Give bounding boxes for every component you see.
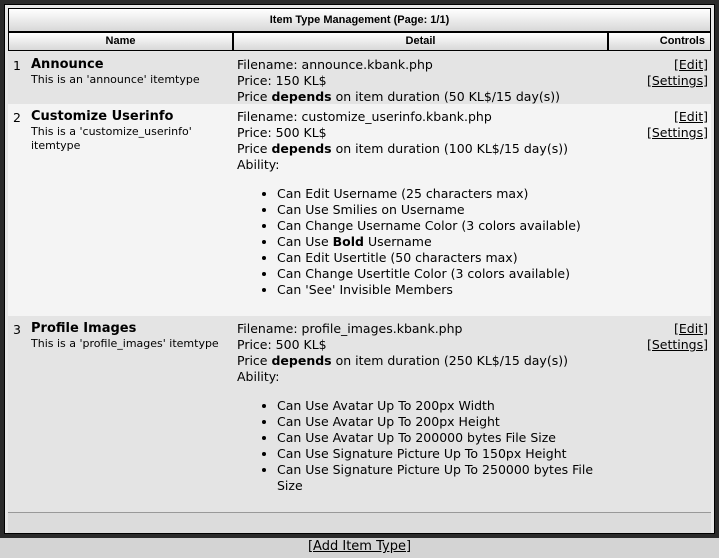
item-name: Profile Images (31, 321, 137, 336)
item-detail: Filename: profile_images.kbank.php Price… (237, 321, 607, 494)
row-number: 1 (13, 58, 21, 73)
add-item-type-row: [Add Item Type] (0, 538, 719, 556)
item-filename: Filename: announce.kbank.php (237, 57, 433, 72)
ability-item: Can Edit Username (25 characters max) (277, 186, 607, 202)
item-price-mode: Price depends on item duration (100 KL$/… (237, 141, 568, 156)
ability-list: Can Use Avatar Up To 200px Width Can Use… (237, 398, 607, 494)
ability-item: Can Use Signature Picture Up To 150px He… (277, 446, 607, 462)
item-description: This is a 'profile_images' itemtype (31, 337, 219, 350)
item-price-mode: Price depends on item duration (50 KL$/1… (237, 89, 561, 104)
settings-link[interactable]: [Settings] (647, 73, 708, 88)
item-price: Price: 500 KL$ (237, 337, 327, 352)
item-type-panel: Item Type Management (Page: 1/1) Name De… (4, 4, 715, 534)
column-header-detail: Detail (233, 32, 608, 51)
item-detail: Filename: customize_userinfo.kbank.php P… (237, 109, 607, 298)
edit-link[interactable]: [Edit] (674, 109, 708, 124)
item-detail: Filename: announce.kbank.php Price: 150 … (237, 57, 607, 105)
table-row-profile-images: 3 Profile Images This is a 'profile_imag… (8, 316, 711, 512)
item-filename: Filename: profile_images.kbank.php (237, 321, 463, 336)
item-description: This is a 'customize_userinfo' itemtype (31, 125, 192, 152)
ability-item: Can Use Avatar Up To 200000 bytes File S… (277, 430, 607, 446)
edit-link[interactable]: [Edit] (674, 57, 708, 72)
item-description: This is an 'announce' itemtype (31, 73, 200, 86)
ability-item: Can Change Usertitle Color (3 colors ava… (277, 266, 607, 282)
ability-item: Can Use Avatar Up To 200px Height (277, 414, 607, 430)
ability-item: Can Use Signature Picture Up To 250000 b… (277, 462, 607, 494)
settings-link[interactable]: [Settings] (647, 337, 708, 352)
add-item-type-link[interactable]: [Add Item Type] (308, 539, 411, 554)
ability-item: Can 'See' Invisible Members (277, 282, 607, 298)
row-controls: [Edit] [Settings] (647, 321, 708, 353)
edit-link[interactable]: [Edit] (674, 321, 708, 336)
row-controls: [Edit] [Settings] (647, 109, 708, 141)
row-number: 3 (13, 322, 21, 337)
ability-item: Can Change Username Color (3 colors avai… (277, 218, 607, 234)
row-controls: [Edit] [Settings] (647, 57, 708, 89)
settings-link[interactable]: [Settings] (647, 125, 708, 140)
row-number: 2 (13, 110, 21, 125)
item-name: Announce (31, 57, 104, 72)
ability-list: Can Edit Username (25 characters max) Ca… (237, 186, 607, 298)
table-row-customize-userinfo: 2 Customize Userinfo This is a 'customiz… (8, 104, 711, 316)
item-type-panel-outer: Item Type Management (Page: 1/1) Name De… (0, 0, 719, 538)
column-header-name: Name (8, 32, 233, 51)
ability-label: Ability: (237, 369, 280, 384)
panel-title: Item Type Management (Page: 1/1) (8, 8, 711, 32)
item-price-mode: Price depends on item duration (250 KL$/… (237, 353, 568, 368)
ability-item: Can Use Bold Username (277, 234, 607, 250)
ability-label: Ability: (237, 157, 280, 172)
item-price: Price: 500 KL$ (237, 125, 327, 140)
ability-item: Can Use Smilies on Username (277, 202, 607, 218)
table-row-announce: 1 Announce This is an 'announce' itemtyp… (8, 52, 711, 104)
column-header-controls: Controls (608, 32, 711, 51)
item-name: Customize Userinfo (31, 109, 174, 124)
item-price: Price: 150 KL$ (237, 73, 327, 88)
item-filename: Filename: customize_userinfo.kbank.php (237, 109, 492, 124)
ability-item: Can Edit Usertitle (50 characters max) (277, 250, 607, 266)
panel-footer-strip (8, 512, 711, 533)
ability-item: Can Use Avatar Up To 200px Width (277, 398, 607, 414)
